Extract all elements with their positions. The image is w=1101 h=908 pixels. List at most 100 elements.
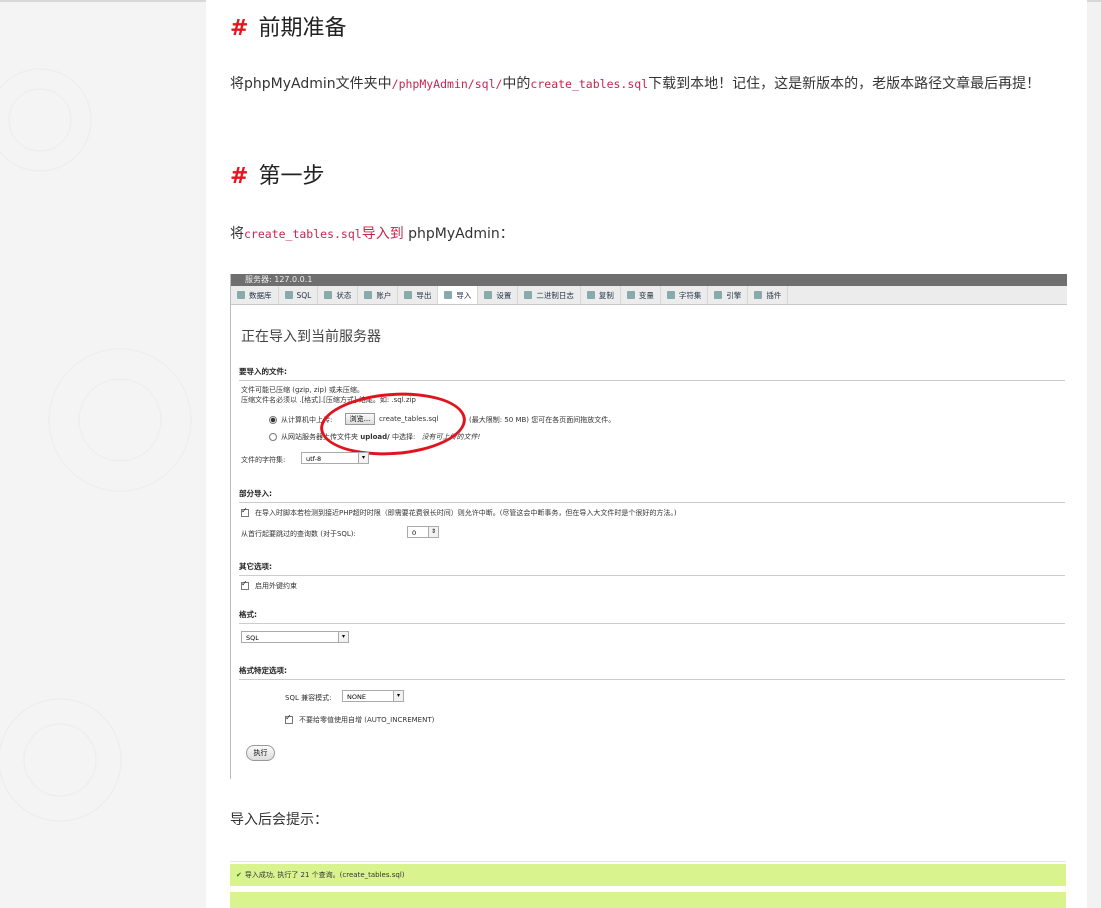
tab-label: 账户 [376,290,392,300]
replication-icon [586,291,595,299]
divider [230,861,1066,862]
inline-code-path: /phpMyAdmin/sql/ [391,77,503,91]
auto-inc-checkbox[interactable] [285,713,293,724]
skip-queries-input[interactable]: 0 ⇕ [407,526,439,538]
tab-5[interactable]: 导入 [438,286,479,304]
skip-value: 0 [412,529,417,537]
fk-check-row[interactable]: 启用外键约束 [241,579,297,591]
import-icon [444,291,453,299]
text: 将 [230,226,244,242]
text: 下载到本地！记住，这是新版本的，老版本路径文章最后再提！ [648,76,1041,92]
server-folder-radio[interactable] [269,433,277,441]
compat-select[interactable]: NONE ▾ [342,690,404,702]
heading-hash: # [230,16,249,41]
tab-label: 二进制日志 [536,290,574,300]
status-icon [324,291,333,299]
fk-label: 启用外键约束 [255,582,297,590]
inline-code-file: create_tables.sql [530,77,649,91]
database-icon [237,291,245,299]
auto-inc-row[interactable]: 不要给零值使用自增 (AUTO_INCREMENT) [285,713,434,725]
tab-label: 数据库 [249,290,272,300]
tab-2[interactable]: 状态 [318,286,359,304]
heading-preparation: # 前期准备 [230,10,346,42]
after-import-text: 导入后会提示： [230,812,328,828]
file-note-1: 文件可能已压缩 (gzip, zip) 或未压缩。 [241,386,364,394]
chevron-down-icon: ▾ [358,453,368,463]
partial-section-header: 部分导入: [239,488,1065,503]
text: 中的 [502,76,531,92]
page-background-left [0,0,206,908]
chevron-down-icon: ▾ [393,691,403,701]
tab-11[interactable]: 引擎 [708,286,749,304]
tab-label: 插件 [766,290,782,300]
max-size-note: (最大限制: 50 MB) 您可在各页面间拖放文件。 [469,416,616,424]
tab-label: 导入 [456,290,472,300]
tab-12[interactable]: 插件 [748,286,789,304]
screenshot-page-title: 正在导入到当前服务器 [241,329,381,345]
tab-0[interactable]: 数据库 [231,286,279,304]
skip-label: 从首行起要跳过的查询数 (对于SQL): [241,530,356,538]
text: phpMyAdmin： [403,226,514,242]
tab-label: SQL [296,290,312,300]
sql-icon [284,291,293,299]
variables-icon [626,291,635,299]
heading-step-one: # 第一步 [230,158,324,190]
binlog-icon [524,291,533,299]
tab-10[interactable]: 字符集 [661,286,709,304]
format-options-header: 格式特定选项: [239,665,1065,680]
interrupt-checkbox[interactable] [241,506,249,517]
tab-1[interactable]: SQL [279,286,319,304]
format-value: SQL [246,634,259,642]
interrupt-label: 在导入时脚本若检测到接近PHP超时时限（即需要花费很长时间）则允许中断。(尽管这… [255,509,677,517]
inline-code-file: create_tables.sql [244,227,362,241]
success-message: 导入成功, 执行了 21 个查询。(create_tables.sql) [244,871,405,879]
fk-checkbox[interactable] [241,579,249,590]
check-icon: ✔ [236,871,242,879]
interrupt-check-row[interactable]: 在导入时脚本若检测到接近PHP超时时限（即需要花费很长时间）则允许中断。(尽管这… [241,506,677,518]
phpmyadmin-import-screenshot: 服务器: 127.0.0.1 数据库 SQL 状态 账户 导出 导入 设置 二进制日志 复制 变量… [230,274,1067,779]
page-background-right [1087,0,1101,908]
go-button[interactable]: 执行 [246,745,275,761]
heading-hash: # [230,164,249,189]
format-select[interactable]: SQL ▾ [241,631,349,643]
compat-label: SQL 兼容模式: [285,694,332,702]
plugin-icon [754,291,763,299]
screenshot-tabbar: 数据库 SQL 状态 账户 导出 导入 设置 二进制日志 复制 变量 字符集 引擎 插件 [231,286,1067,305]
upload-radio[interactable] [269,416,277,424]
heading-text: 第一步 [258,164,325,189]
tab-label: 设置 [496,290,512,300]
charset-select[interactable]: utf-8 ▾ [301,452,369,464]
import-link[interactable]: 导入到 [362,226,404,242]
tab-8[interactable]: 复制 [581,286,621,304]
engine-icon [714,291,723,299]
format-section-header: 格式: [239,609,1065,624]
tab-label: 复制 [598,290,614,300]
paragraph-step-one: 将create_tables.sql导入到 phpMyAdmin： [230,220,1060,248]
export-icon [404,291,413,299]
compat-value: NONE [347,693,366,701]
tab-label: 变量 [638,290,654,300]
other-section-header: 其它选项: [239,561,1065,576]
charset-label: 文件的字符集: [241,456,286,464]
tab-label: 字符集 [678,290,702,300]
heading-text: 前期准备 [258,16,347,41]
tab-7[interactable]: 二进制日志 [518,286,581,304]
paragraph-preparation: 将phpMyAdmin文件夹中/phpMyAdmin/sql/中的create_… [230,70,1060,98]
tab-label: 导出 [416,290,432,300]
stepper-icon[interactable]: ⇕ [428,527,438,537]
tab-3[interactable]: 账户 [358,286,399,304]
text: 将phpMyAdmin文件夹中 [230,76,392,92]
charset-icon [666,291,675,299]
tab-label: 引擎 [726,290,742,300]
users-icon [364,291,373,299]
screenshot-titlebar: 服务器: 127.0.0.1 [231,274,1067,286]
charset-value: utf-8 [306,455,322,463]
second-result-banner [230,892,1066,908]
tab-9[interactable]: 变量 [621,286,661,304]
chevron-down-icon: ▾ [338,632,348,642]
tab-6[interactable]: 设置 [478,286,519,304]
file-section-header: 要导入的文件: [239,366,1065,381]
tab-4[interactable]: 导出 [398,286,439,304]
tab-label: 状态 [336,290,352,300]
import-success-banner: ✔ 导入成功, 执行了 21 个查询。(create_tables.sql) [230,864,1066,886]
